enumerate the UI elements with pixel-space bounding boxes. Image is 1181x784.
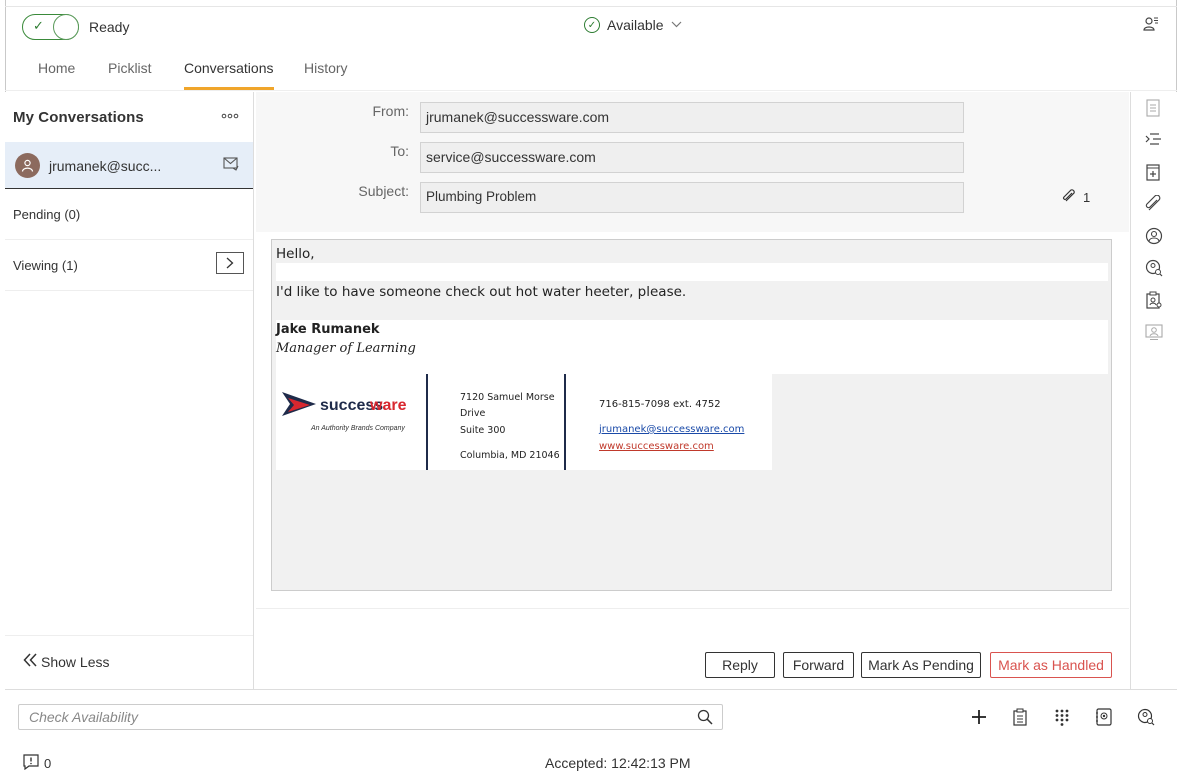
notes-icon[interactable] (1145, 99, 1163, 117)
tab-history[interactable]: History (304, 60, 348, 76)
address-line1: 7120 Samuel Morse (460, 392, 555, 403)
paperclip-icon (1062, 189, 1077, 206)
contact-search-icon[interactable] (1137, 708, 1155, 726)
calendar-add-icon[interactable] (1145, 163, 1163, 181)
address-book-icon[interactable] (1095, 708, 1113, 726)
divider (5, 635, 253, 636)
contact-icon[interactable] (1145, 227, 1163, 245)
alerts-indicator[interactable]: 0 (23, 754, 51, 773)
check-icon: ✓ (33, 18, 44, 33)
availability-label: Available (607, 17, 664, 33)
spacer (276, 263, 1108, 281)
signature-card: success ware An Authority Brands Company… (276, 374, 772, 470)
conversations-sidebar: My Conversations jrumanek@succ... Pendin… (5, 92, 254, 689)
ready-toggle[interactable]: ✓ (22, 14, 79, 40)
subject-field: Plumbing Problem (420, 182, 964, 213)
conversation-address: jrumanek@succ... (49, 158, 162, 174)
from-label: From: (372, 103, 409, 119)
list-indent-icon[interactable] (1145, 131, 1163, 149)
show-less-button[interactable]: Show Less (23, 653, 109, 670)
divider (256, 608, 1129, 609)
alert-count: 0 (44, 756, 52, 771)
signature-website-link[interactable]: www.successware.com (599, 441, 714, 452)
email-channel-icon (223, 157, 239, 176)
tab-home[interactable]: Home (38, 60, 75, 76)
to-field: service@successware.com (420, 142, 964, 173)
address-line4: Columbia, MD 21046 (460, 450, 560, 461)
pending-label: Pending (0) (13, 207, 81, 222)
address-line2: Drive (460, 408, 486, 419)
show-less-label: Show Less (41, 653, 110, 670)
forward-button[interactable]: Forward (783, 652, 854, 678)
expand-viewing-button[interactable] (216, 252, 244, 274)
from-field: jrumanek@successware.com (420, 102, 964, 133)
logo-tagline: An Authority Brands Company (310, 425, 405, 432)
viewing-section[interactable]: Viewing (1) (5, 240, 253, 291)
signature-divider (564, 374, 566, 470)
check-availability-input[interactable] (18, 704, 723, 730)
address-line3: Suite 300 (460, 425, 506, 436)
signature-name-block: Jake Rumanek Manager of Learning (276, 320, 1108, 374)
avatar (15, 153, 40, 178)
logo-text-ware: ware (369, 397, 407, 414)
available-check-icon: ✓ (584, 17, 600, 33)
attachments-button[interactable]: 1 (1062, 189, 1090, 206)
accepted-timestamp: Accepted: 12:42:13 PM (545, 755, 691, 771)
to-label: To: (390, 143, 409, 159)
attachment-count: 1 (1083, 190, 1091, 205)
pending-section[interactable]: Pending (0) (5, 189, 253, 240)
chevron-down-icon (671, 19, 682, 31)
email-view: From: jrumanek@successware.com To: servi… (256, 92, 1129, 689)
contact-search-icon[interactable] (1145, 259, 1163, 277)
alert-icon (23, 754, 39, 773)
email-body-text: I'd like to have someone check out hot w… (276, 284, 687, 300)
clipboard-icon[interactable] (1012, 708, 1030, 726)
signature-email-link[interactable]: jrumanek@successware.com (599, 424, 744, 435)
signature-divider (426, 374, 428, 470)
email-body: Hello, I'd like to have someone check ou… (271, 239, 1112, 591)
ready-status-label: Ready (89, 19, 130, 35)
top-bar: ✓ Ready ✓ Available (5, 6, 1177, 46)
more-options-icon[interactable] (221, 106, 239, 122)
conversation-item[interactable]: jrumanek@succ... (5, 142, 253, 189)
search-icon[interactable] (697, 709, 713, 730)
sidebar-header: My Conversations (5, 92, 253, 142)
signature-phone: 716-815-7098 ext. 4752 (599, 399, 721, 410)
reply-button[interactable]: Reply (705, 652, 775, 678)
plus-icon[interactable] (970, 708, 988, 726)
availability-dropdown[interactable]: ✓ Available (584, 17, 682, 33)
clipboard-contact-icon[interactable] (1145, 291, 1163, 309)
signature-title: Manager of Learning (276, 341, 416, 356)
paperclip-icon[interactable] (1145, 194, 1163, 213)
right-tool-rail (1130, 92, 1177, 689)
mark-handled-button[interactable]: Mark as Handled (990, 652, 1112, 678)
double-chevron-left-icon (23, 653, 37, 670)
email-greeting: Hello, (276, 246, 315, 262)
tab-picklist[interactable]: Picklist (108, 60, 152, 76)
subject-label: Subject: (358, 183, 409, 199)
contact-card-icon[interactable] (1145, 323, 1163, 341)
toggle-knob (53, 14, 79, 40)
mark-pending-button[interactable]: Mark As Pending (861, 652, 981, 678)
main-tabs: Home Picklist Conversations History (5, 46, 1177, 91)
successware-logo: success ware An Authority Brands Company (280, 388, 426, 441)
bottom-bar: 0 Accepted: 12:42:13 PM (5, 689, 1177, 784)
signature-name: Jake Rumanek (276, 322, 380, 337)
user-menu-icon[interactable] (1143, 16, 1159, 37)
tab-conversations[interactable]: Conversations (184, 60, 274, 90)
viewing-label: Viewing (1) (13, 258, 78, 273)
dialpad-icon[interactable] (1054, 708, 1072, 726)
sidebar-title: My Conversations (13, 109, 144, 126)
